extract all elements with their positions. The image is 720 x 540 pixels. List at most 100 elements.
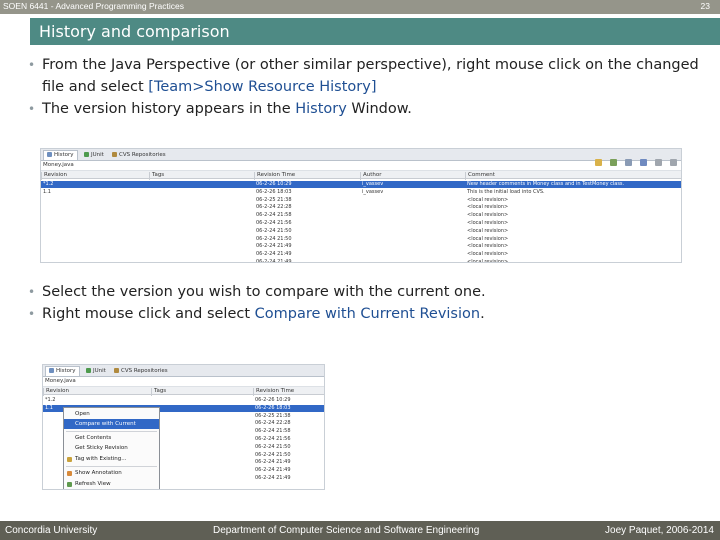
table-cell: <local revision>	[467, 235, 509, 242]
table-cell: 06-2-24 21:49	[256, 243, 292, 250]
maximize-icon[interactable]	[670, 159, 677, 166]
view-tabs: History JUnit CVS Repositories	[43, 365, 324, 377]
footer-department: Department of Computer Science and Softw…	[213, 525, 480, 536]
collapse-icon[interactable]	[624, 159, 632, 166]
course-name: SOEN 6441 - Advanced Programming Practic…	[3, 1, 184, 11]
table-cell: i_vassev	[362, 181, 384, 187]
resource-name: Money.java	[45, 378, 76, 384]
table-cell: <local revision>	[467, 259, 509, 263]
table-header: Revision Tags Revision Time Author Comme…	[41, 170, 681, 180]
refresh-icon[interactable]	[609, 159, 617, 166]
slide-title: History and comparison	[39, 22, 230, 41]
table-cell: 06-2-24 21:56	[255, 436, 291, 442]
menu-item-open[interactable]: Open	[64, 409, 159, 419]
menu-item-refresh-view[interactable]: Refresh View	[64, 479, 159, 489]
table-cell: 06-2-24 21:50	[255, 443, 291, 450]
table-cell: This is the initial load into CVS.	[467, 188, 545, 195]
bullet-text-after: .	[480, 306, 485, 322]
table-cell: 06-2-26 10:29	[255, 397, 291, 403]
context-menu-screenshot: History JUnit CVS Repositories Money.jav…	[42, 364, 325, 490]
table-cell: 06-2-24 21:50	[255, 451, 291, 458]
menu-item-show-annotation[interactable]: Show Annotation	[64, 468, 159, 478]
table-cell: 06-2-24 21:58	[256, 212, 292, 219]
table-row[interactable]: 06-2-24 21:49 <local revision>	[41, 251, 681, 258]
bullet-list-top: • From the Java Perspective (or other si…	[28, 54, 703, 120]
table-row[interactable]: 1.1 06-2-26 18:03 i_vassev This is the init…	[41, 189, 681, 196]
table-cell: 06-2-24 21:56	[256, 220, 292, 226]
tab-history[interactable]: History	[43, 150, 78, 160]
table-header: Revision Tags Revision Time	[43, 386, 324, 396]
bullet-text-after: Window.	[346, 101, 412, 117]
column-header[interactable]: Revision Time	[254, 172, 295, 180]
bullet-highlight: History	[295, 101, 347, 117]
menu-item-get-contents[interactable]: Get Contents	[64, 433, 159, 443]
table-cell: 06-2-24 21:49	[255, 459, 291, 466]
tab-junit[interactable]: JUnit	[81, 151, 107, 161]
table-row[interactable]: 06-2-24 21:50 <local revision>	[41, 228, 681, 235]
repository-icon	[112, 152, 117, 157]
table-cell: 06-2-24 21:49	[256, 259, 292, 263]
table-row[interactable]: 06-2-24 21:49 <local revision>	[41, 243, 681, 250]
footer: Concordia University Department of Compu…	[0, 521, 720, 540]
table-cell: *1.2	[45, 397, 56, 403]
table-cell: 1.1	[45, 404, 53, 411]
footer-university: Concordia University	[5, 525, 98, 536]
menu-item-compare-with-current-revision[interactable]: Compare with Current Revision	[64, 419, 159, 437]
bullet-text: Right mouse click and select	[42, 306, 255, 322]
tab-junit[interactable]: JUnit	[83, 367, 109, 377]
column-header[interactable]: Author	[360, 172, 382, 180]
column-header[interactable]: Tags	[149, 172, 164, 180]
column-header[interactable]: Tags	[151, 388, 166, 396]
table-row[interactable]: 06-2-24 21:56 <local revision>	[41, 220, 681, 227]
table-cell: 06-2-24 22:28	[255, 420, 291, 427]
table-row[interactable]: *1.2 06-2-26 10:29	[43, 397, 324, 404]
repository-icon	[114, 368, 119, 373]
column-header[interactable]: Comment	[465, 172, 495, 180]
table-row[interactable]: 06-2-24 22:28 <local revision>	[41, 204, 681, 211]
tab-cvs-repositories[interactable]: CVS Repositories	[111, 367, 171, 377]
bullet-dot: •	[28, 58, 36, 72]
tab-history[interactable]: History	[45, 366, 80, 376]
column-header[interactable]: Revision	[41, 172, 67, 180]
view-toolbar	[592, 151, 677, 170]
column-header[interactable]: Revision	[43, 388, 69, 396]
table-cell: 06-2-25 21:38	[255, 412, 291, 419]
refresh-icon	[67, 482, 72, 487]
bullet-item: • From the Java Perspective (or other si…	[28, 54, 703, 98]
menu-separator	[66, 466, 157, 467]
table-row[interactable]: 06-2-24 21:49 <local revision>	[41, 259, 681, 263]
table-cell: 1.1	[43, 188, 51, 195]
table-row[interactable]: 06-2-25 21:38 <local revision>	[41, 197, 681, 204]
table-cell: New header comments in Money class and i…	[467, 181, 625, 187]
table-row[interactable]: *1.2 06-2-26 10:29 i_vassev New header comm…	[41, 181, 681, 188]
table-cell: <local revision>	[467, 251, 509, 258]
table-cell: 06-2-26 10:29	[256, 181, 292, 187]
bullet-highlight: [Team>Show Resource History]	[148, 79, 377, 95]
column-header[interactable]: Revision Time	[253, 388, 294, 396]
table-cell: <local revision>	[467, 204, 509, 211]
view-tabs: History JUnit CVS Repositories	[41, 149, 681, 166]
table-cell: 06-2-26 18:03	[255, 404, 291, 411]
junit-icon	[84, 152, 89, 157]
menu-item-tag-with-existing[interactable]: Tag with Existing...	[64, 454, 159, 464]
tab-cvs-repositories[interactable]: CVS Repositories	[109, 151, 169, 161]
table-cell: i_vassev	[362, 188, 384, 195]
bullet-text: Select the version you wish to compare w…	[42, 284, 486, 300]
menu-item-get-sticky-revision[interactable]: Get Sticky Revision	[64, 443, 159, 453]
table-row[interactable]: 06-2-24 21:50 <local revision>	[41, 236, 681, 243]
table-cell: <local revision>	[467, 243, 509, 250]
table-cell: 06-2-25 21:38	[256, 196, 292, 203]
table-row[interactable]: 06-2-24 21:58 <local revision>	[41, 212, 681, 219]
bullet-item: • Select the version you wish to compare…	[28, 281, 703, 303]
bullet-item: • The version history appears in the His…	[28, 98, 703, 120]
bullet-text: The version history appears in the	[42, 101, 296, 117]
history-view-screenshot: History JUnit CVS Repositories Money.jav…	[40, 148, 682, 263]
bullet-list-bottom: • Select the version you wish to compare…	[28, 281, 703, 325]
table-cell: <local revision>	[467, 212, 509, 219]
bullet-highlight: Compare with Current Revision	[254, 306, 481, 322]
link-icon[interactable]	[594, 159, 602, 166]
compare-icon[interactable]	[639, 159, 647, 166]
footer-author: Joey Paquet, 2006-2014	[605, 525, 714, 536]
bullet-item: • Right mouse click and select Compare w…	[28, 303, 703, 325]
minimize-icon[interactable]	[654, 159, 662, 166]
